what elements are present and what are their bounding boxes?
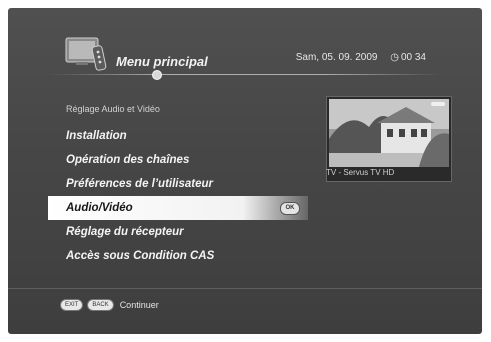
time-text: 00 34 — [400, 52, 426, 63]
page-title: Menu principal — [116, 54, 208, 69]
continue-label: Continuer — [119, 300, 159, 310]
tv-screen: Menu principal Sam, 05. 09. 2009 ◷ 00 34 … — [8, 8, 482, 334]
header-divider — [48, 74, 442, 75]
menu-item-channel-operation[interactable]: Opération des chaînes — [48, 148, 308, 172]
menu-item-label: Installation — [66, 130, 127, 142]
preview-caption: TV - Servus TV HD — [326, 168, 395, 177]
footer-divider — [8, 288, 482, 289]
menu-item-audio-video[interactable]: Audio/Vidéo OK — [48, 196, 308, 220]
menu-item-label: Réglage du récepteur — [66, 226, 184, 238]
exit-button[interactable]: EXIT — [60, 299, 84, 311]
menu-item-label: Accès sous Condition CAS — [66, 250, 215, 262]
header: Menu principal Sam, 05. 09. 2009 ◷ 00 34 — [8, 8, 482, 80]
tv-remote-icon — [64, 34, 110, 72]
preview-image — [329, 99, 449, 167]
menu-item-receiver-settings[interactable]: Réglage du récepteur — [48, 220, 308, 244]
menu-item-user-preferences[interactable]: Préférences de l’utilisateur — [48, 172, 308, 196]
ok-button-icon: OK — [280, 202, 300, 215]
clock-icon: ◷ — [390, 52, 399, 63]
menu-item-cas-access[interactable]: Accès sous Condition CAS — [48, 244, 308, 268]
date-time: Sam, 05. 09. 2009 ◷ 00 34 — [296, 52, 426, 63]
menu-item-label: Préférences de l’utilisateur — [66, 178, 214, 190]
breadcrumb: Réglage Audio et Vidéo — [66, 104, 160, 114]
main-menu: Installation Opération des chaînes Préfé… — [48, 124, 308, 268]
clock: ◷ 00 34 — [390, 52, 426, 63]
menu-item-installation[interactable]: Installation — [48, 124, 308, 148]
date-text: Sam, 05. 09. 2009 — [295, 52, 378, 63]
footer: EXIT BACK Continuer — [60, 299, 159, 311]
back-button[interactable]: BACK — [87, 299, 114, 311]
menu-item-label: Audio/Vidéo — [66, 202, 133, 214]
header-divider-dot — [152, 70, 162, 80]
menu-item-label: Opération des chaînes — [66, 154, 190, 166]
